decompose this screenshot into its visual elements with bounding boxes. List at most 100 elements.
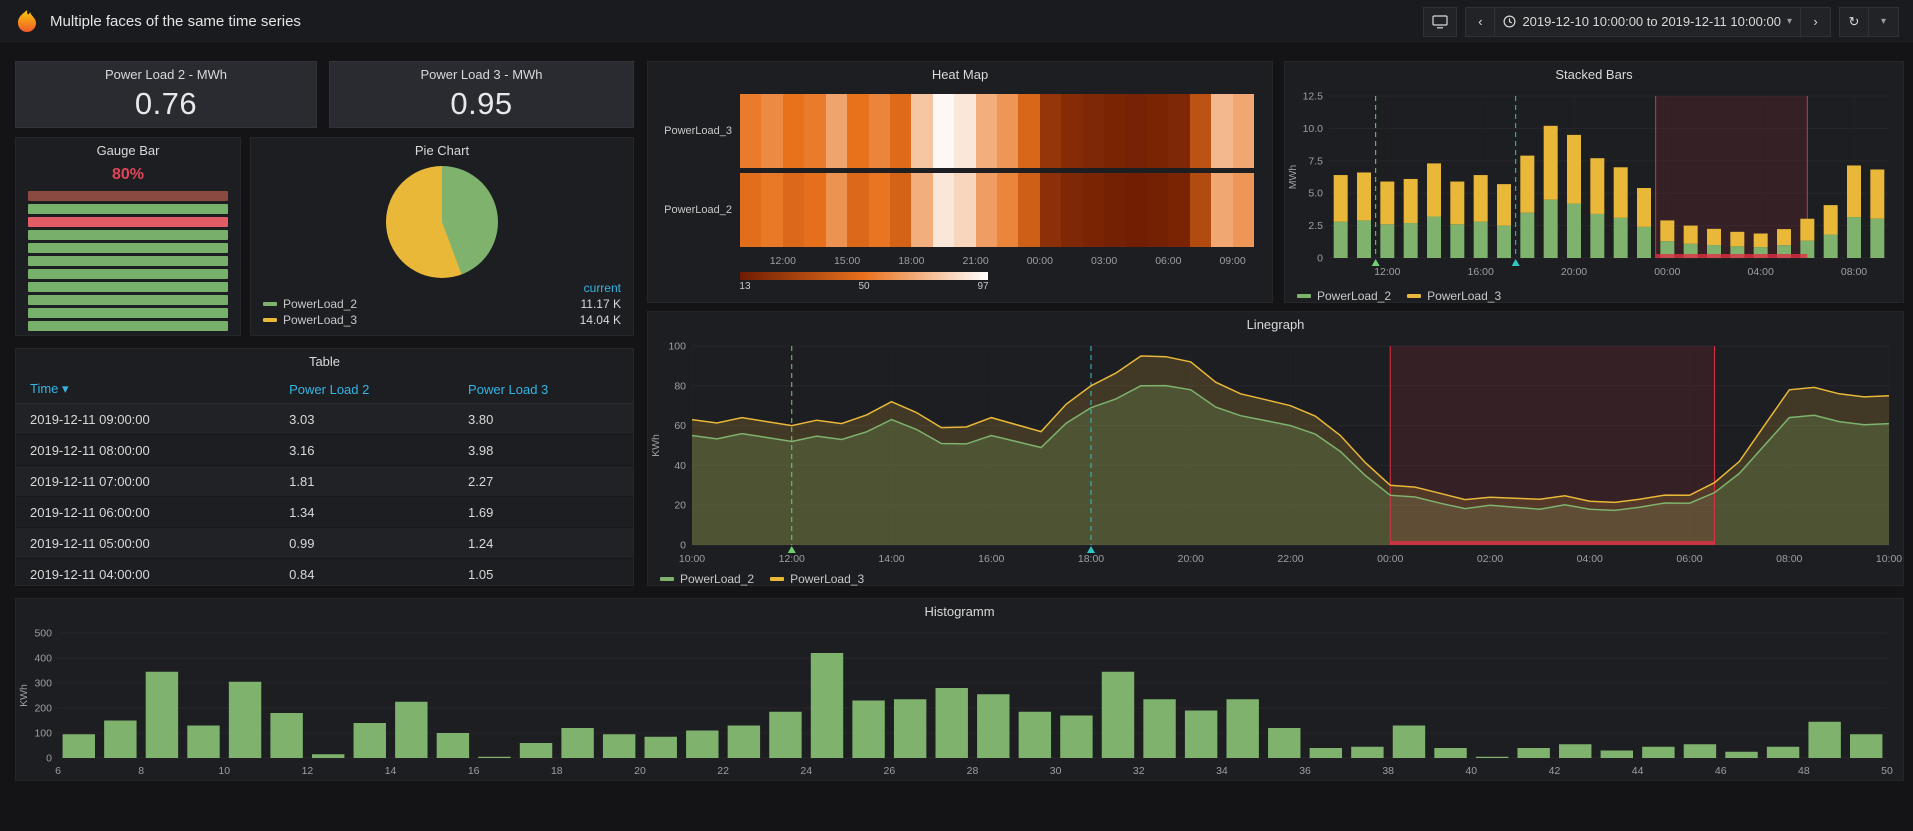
svg-text:10:00: 10:00 — [679, 553, 705, 563]
panel-title[interactable]: Power Load 2 - MWh — [16, 62, 316, 88]
svg-text:38: 38 — [1382, 765, 1394, 777]
svg-text:14:00: 14:00 — [878, 553, 904, 563]
stat-value: 0.76 — [16, 86, 316, 122]
table-cell: 1.81 — [275, 474, 454, 489]
legend-label: PowerLoad_3 — [790, 572, 864, 586]
heatmap-cells — [740, 94, 1254, 168]
heatmap-cell — [911, 173, 932, 247]
stacked-bar-yellow — [1660, 220, 1674, 241]
gauge-led-bar — [28, 269, 228, 279]
legend-color-dash — [770, 577, 784, 581]
heatmap-cell — [1211, 173, 1232, 247]
pie-legend-current-header[interactable]: current — [251, 278, 633, 296]
table-row[interactable]: 2019-12-11 04:00:000.841.05 — [16, 559, 633, 590]
heatmap-cell — [1147, 173, 1168, 247]
histogram-bar — [395, 702, 427, 758]
svg-text:12:00: 12:00 — [1374, 266, 1400, 278]
svg-text:02:00: 02:00 — [1477, 553, 1503, 563]
svg-text:0: 0 — [46, 753, 52, 765]
panel-title[interactable]: Histogramm — [16, 599, 1903, 625]
time-range-picker[interactable]: 2019-12-10 10:00:00 to 2019-12-11 10:00:… — [1495, 7, 1801, 37]
stacked-bar-green — [1544, 200, 1558, 258]
table-row[interactable]: 2019-12-11 06:00:001.341.69 — [16, 497, 633, 528]
heatmap-cell — [826, 94, 847, 168]
panel-title[interactable]: Gauge Bar — [16, 138, 240, 164]
histogram-bar — [1060, 716, 1092, 759]
svg-text:08:00: 08:00 — [1841, 266, 1867, 278]
panel-title[interactable]: Pie Chart — [251, 138, 633, 164]
time-range-forward-button[interactable]: › — [1801, 7, 1831, 37]
heatmap-cell — [761, 173, 782, 247]
table-row[interactable]: 2019-12-11 08:00:003.163.98 — [16, 435, 633, 466]
stacked-bar-yellow — [1497, 184, 1511, 225]
stacked-bar-green — [1614, 218, 1628, 258]
legend-item-PowerLoad_2[interactable]: PowerLoad_2 — [1297, 289, 1391, 303]
pie-legend-label: PowerLoad_3 — [283, 313, 357, 327]
stacked-bar-yellow — [1450, 182, 1464, 225]
svg-text:100: 100 — [34, 728, 52, 740]
legend-item-PowerLoad_2[interactable]: PowerLoad_2 — [660, 572, 754, 586]
legend-color-dash — [660, 577, 674, 581]
histogram-bar — [187, 726, 219, 759]
heatmap-row: PowerLoad_3 — [648, 94, 1272, 168]
heatmap-cell — [1190, 94, 1211, 168]
table-cell: 2019-12-11 04:00:00 — [16, 567, 275, 582]
time-range-back-button[interactable]: ‹ — [1465, 7, 1495, 37]
chevron-down-icon: ▾ — [1881, 16, 1886, 27]
svg-text:48: 48 — [1798, 765, 1810, 777]
svg-text:12.5: 12.5 — [1303, 91, 1324, 103]
refresh-interval-button[interactable]: ▾ — [1869, 7, 1899, 37]
heatmap-scale-label: 50 — [858, 281, 869, 292]
histogram-plot: 0100200300400500681012141618202224262830… — [16, 625, 1903, 787]
histogram-bar — [728, 726, 760, 759]
table-row[interactable]: 2019-12-11 05:00:000.991.24 — [16, 528, 633, 559]
legend-item-PowerLoad_3[interactable]: PowerLoad_3 — [1407, 289, 1501, 303]
svg-text:36: 36 — [1299, 765, 1311, 777]
stacked-bar-green — [1637, 227, 1651, 258]
svg-text:80: 80 — [674, 380, 686, 392]
histogram-bar — [146, 672, 178, 758]
panel-title[interactable]: Power Load 3 - MWh — [330, 62, 633, 88]
pie-legend-item[interactable]: PowerLoad_211.17 K — [263, 296, 621, 312]
svg-text:10: 10 — [218, 765, 230, 777]
grafana-logo[interactable] — [14, 9, 40, 35]
table-column-header[interactable]: Time ▾ — [16, 381, 275, 397]
heatmap-cell — [933, 94, 954, 168]
svg-text:14: 14 — [385, 765, 397, 777]
histogram-bar — [1642, 747, 1674, 758]
pie-legend-label: PowerLoad_2 — [283, 297, 357, 311]
table-column-header[interactable]: Power Load 3 — [454, 382, 633, 397]
table-row[interactable]: 2019-12-11 09:00:003.033.80 — [16, 404, 633, 435]
heatmap-cell — [804, 94, 825, 168]
histogram-bar — [936, 688, 968, 758]
refresh-button[interactable]: ↻ — [1839, 7, 1869, 37]
stacked-bar-green — [1824, 235, 1838, 258]
table-cell: 2019-12-11 06:00:00 — [16, 505, 275, 520]
heatmap-cell — [761, 94, 782, 168]
pie-legend-item[interactable]: PowerLoad_314.04 K — [263, 312, 621, 328]
panel-title[interactable]: Linegraph — [648, 312, 1903, 338]
svg-text:MWh: MWh — [1287, 165, 1299, 190]
stacked-bar-green — [1567, 204, 1581, 258]
heatmap-cell — [1126, 173, 1147, 247]
legend-item-PowerLoad_3[interactable]: PowerLoad_3 — [770, 572, 864, 586]
table-column-header[interactable]: Power Load 2 — [275, 382, 454, 397]
panel-heat-map: Heat Map PowerLoad_3PowerLoad_2 12:0015:… — [647, 61, 1273, 303]
panel-title[interactable]: Stacked Bars — [1285, 62, 1903, 88]
table-row[interactable]: 2019-12-11 07:00:001.812.27 — [16, 466, 633, 497]
histogram-bar — [1850, 734, 1882, 758]
histogram-bar — [1268, 728, 1300, 758]
histogram-bar — [520, 743, 552, 758]
stacked-bar-yellow — [1730, 232, 1744, 247]
svg-text:04:00: 04:00 — [1577, 553, 1603, 563]
stacked-bar-green — [1474, 222, 1488, 258]
panel-title[interactable]: Heat Map — [648, 62, 1272, 88]
svg-text:46: 46 — [1715, 765, 1727, 777]
stacked-bar-green — [1520, 213, 1534, 258]
stacked-bar-yellow — [1847, 165, 1861, 217]
tv-mode-button[interactable] — [1423, 7, 1457, 37]
histogram-bar — [894, 699, 926, 758]
table-cell: 2019-12-11 09:00:00 — [16, 412, 275, 427]
panel-title[interactable]: Table — [16, 349, 633, 375]
svg-text:16:00: 16:00 — [978, 553, 1004, 563]
